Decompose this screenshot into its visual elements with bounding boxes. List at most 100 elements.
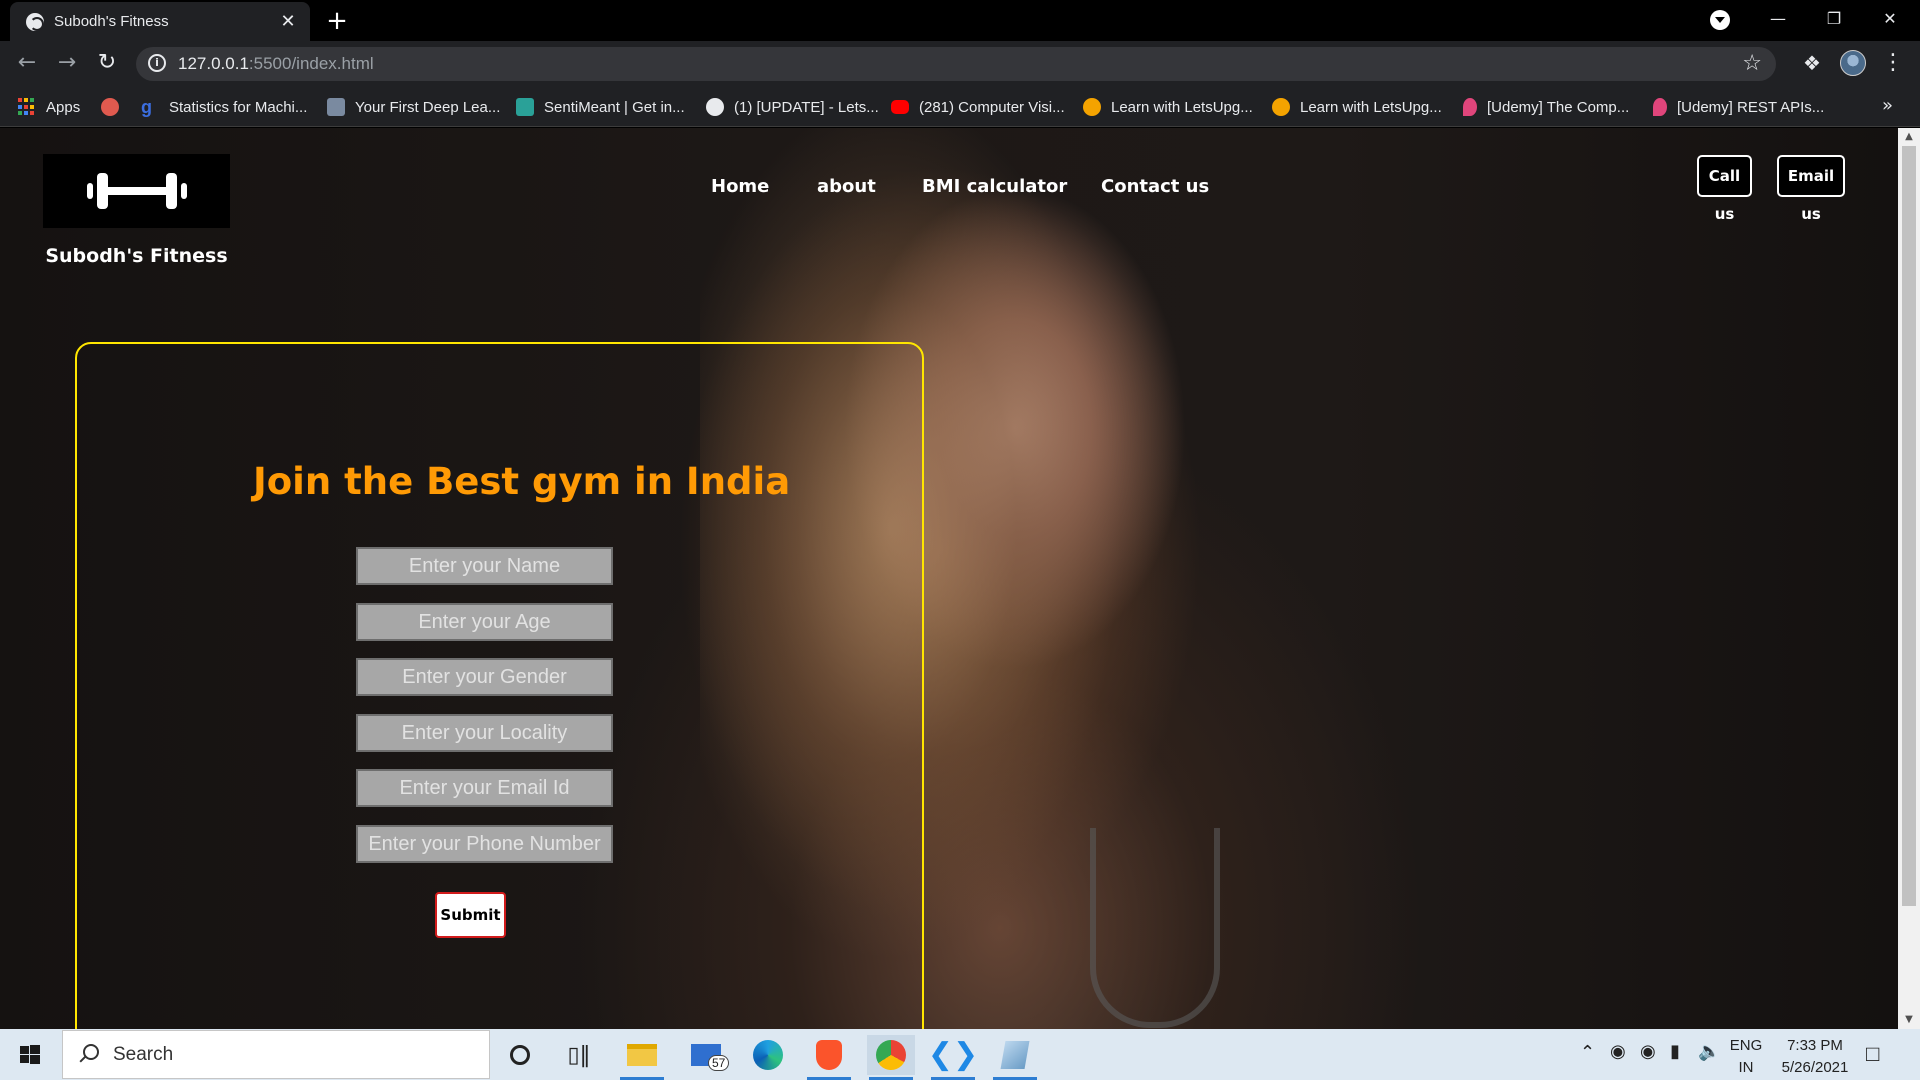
bookmark-star-icon[interactable]: ☆ [1742, 51, 1762, 76]
volume-icon[interactable]: 🔈 [1698, 1041, 1720, 1062]
more-bookmarks-icon[interactable]: » [1882, 95, 1893, 116]
image-bookmark-icon [327, 98, 345, 116]
url-path: :5500/index.html [248, 54, 374, 73]
clock[interactable]: 7:33 PM 5/26/2021 [1770, 1035, 1860, 1079]
clock-date: 5/26/2021 [1781, 1059, 1849, 1076]
windows-start-icon[interactable] [8, 1039, 52, 1071]
submit-button[interactable]: Submit [435, 892, 506, 938]
bookmark-label: [Udemy] REST APIs... [1677, 98, 1825, 116]
tab-search-icon[interactable] [1710, 10, 1730, 30]
nav-home[interactable]: Home [711, 176, 769, 197]
sentimeant-icon [516, 98, 534, 116]
nav-about[interactable]: about [817, 176, 876, 197]
browser-menu-icon[interactable]: ⋮ [1882, 49, 1904, 79]
bookmark-red-icon [101, 98, 119, 116]
minimize-icon[interactable]: — [1750, 0, 1806, 41]
back-icon[interactable]: ← [12, 49, 42, 79]
logo[interactable] [43, 154, 230, 228]
taskbar: Search ▯‖ 57 ❮❯ ⌃ ◉ ◉ ▮ 🔈 ENG IN 7:33 PM… [0, 1029, 1920, 1080]
bookmark-label: Learn with LetsUpg... [1300, 98, 1442, 116]
taskbar-search[interactable]: Search [62, 1030, 490, 1079]
bookmark-item[interactable]: Learn with LetsUpg... [1272, 95, 1442, 119]
bookmark-label: Statistics for Machi... [169, 98, 308, 116]
scroll-down-icon[interactable]: ▼ [1898, 1011, 1920, 1029]
brand-name: Subodh's Fitness [45, 245, 228, 267]
record-icon[interactable]: ◉ [1610, 1041, 1626, 1062]
taskbar-search-label: Search [113, 1043, 174, 1065]
wifi-icon[interactable]: ◉ [1640, 1041, 1656, 1062]
bookmark-item[interactable]: Learn with LetsUpg... [1083, 95, 1253, 119]
bookmark-label: (1) [UPDATE] - Lets... [734, 98, 879, 116]
email-field[interactable] [356, 769, 613, 807]
email-us-button[interactable]: Email us [1777, 155, 1845, 223]
close-window-icon[interactable]: ✕ [1862, 0, 1918, 41]
bookmark-item[interactable]: (1) [UPDATE] - Lets... [706, 95, 879, 119]
url-text: 127.0.0.1:5500/index.html [178, 54, 374, 74]
bookmark-label: Apps [46, 98, 81, 116]
gender-field[interactable] [356, 658, 613, 696]
bookmark-item[interactable]: SentiMeant | Get in... [516, 95, 685, 119]
bookmark-item[interactable]: Your First Deep Lea... [327, 95, 500, 119]
bookmark-apps[interactable]: Apps [18, 95, 80, 119]
cortana-icon[interactable] [496, 1035, 544, 1075]
name-field[interactable] [356, 547, 613, 585]
nav-bmi-calculator[interactable]: BMI calculator [922, 176, 1067, 197]
tab-title: Subodh's Fitness [54, 13, 169, 30]
page-scrollbar[interactable]: ▲ ▼ [1898, 128, 1920, 1029]
scroll-up-icon[interactable]: ▲ [1898, 128, 1920, 146]
vscode-icon[interactable]: ❮❯ [928, 1035, 978, 1080]
scrollbar-thumb[interactable] [1902, 146, 1916, 906]
bookmark-label: Your First Deep Lea... [355, 98, 501, 116]
bookmark-item[interactable]: [Udemy] The Comp... [1463, 95, 1629, 119]
search-icon [77, 1043, 99, 1066]
reload-icon[interactable]: ↻ [92, 49, 122, 79]
extensions-icon[interactable]: ❖ [1800, 51, 1824, 75]
new-tab-button[interactable]: + [322, 8, 352, 36]
show-hidden-icons[interactable]: ⌃ [1580, 1042, 1595, 1063]
forward-icon[interactable]: → [52, 49, 82, 79]
close-tab-icon[interactable]: ✕ [276, 10, 300, 34]
address-bar[interactable]: i 127.0.0.1:5500/index.html ☆ [136, 47, 1776, 81]
mail-icon[interactable]: 57 [682, 1035, 730, 1075]
age-field[interactable] [356, 603, 613, 641]
profile-avatar[interactable] [1840, 50, 1866, 76]
page-viewport: Subodh's Fitness Home about BMI calculat… [0, 128, 1898, 1029]
language-indicator[interactable]: ENG IN [1726, 1035, 1766, 1079]
globe-icon [706, 98, 724, 116]
bookmark-item[interactable]: [Udemy] REST APIs... [1653, 95, 1824, 119]
chrome-icon[interactable] [867, 1035, 915, 1080]
bookmark-label: (281) Computer Visi... [919, 98, 1065, 116]
nav-contact-us[interactable]: Contact us [1101, 176, 1209, 197]
locality-field[interactable] [356, 714, 613, 752]
mail-badge: 57 [708, 1055, 730, 1071]
letsupgrade-icon [1083, 98, 1101, 116]
restore-icon[interactable]: ❐ [1806, 0, 1862, 41]
bookmark-label: [Udemy] The Comp... [1487, 98, 1630, 116]
brave-icon[interactable] [805, 1035, 853, 1080]
task-view-icon[interactable]: ▯‖ [555, 1035, 603, 1075]
youtube-icon [891, 100, 909, 114]
notes-app-icon[interactable] [991, 1035, 1039, 1080]
phone-field[interactable] [356, 825, 613, 863]
bookmark-item[interactable] [101, 95, 129, 119]
tab-strip: Subodh's Fitness ✕ + — ❐ ✕ [0, 0, 1920, 41]
globe-icon [26, 12, 44, 31]
edge-icon[interactable] [744, 1035, 792, 1075]
bookmark-item[interactable]: g Statistics for Machi... [141, 95, 307, 119]
language-code: ENG [1729, 1037, 1763, 1054]
udemy-pin-icon [1653, 98, 1667, 116]
file-explorer-icon[interactable] [618, 1035, 666, 1080]
clock-time: 7:33 PM [1787, 1037, 1843, 1054]
notifications-icon[interactable]: □ [1866, 1041, 1879, 1067]
region-code: IN [1738, 1059, 1754, 1076]
apps-grid-icon [18, 98, 36, 116]
url-host: 127.0.0.1 [178, 54, 249, 73]
bookmark-item[interactable]: (281) Computer Visi... [891, 95, 1065, 119]
bookmark-label: SentiMeant | Get in... [544, 98, 685, 116]
call-us-button[interactable]: Call us [1697, 155, 1752, 223]
site-info-icon[interactable]: i [148, 54, 166, 72]
letsupgrade-icon [1272, 98, 1290, 116]
browser-tab[interactable]: Subodh's Fitness ✕ [10, 2, 310, 41]
battery-icon[interactable]: ▮ [1670, 1041, 1680, 1062]
hero-image-detail [1090, 828, 1220, 1028]
